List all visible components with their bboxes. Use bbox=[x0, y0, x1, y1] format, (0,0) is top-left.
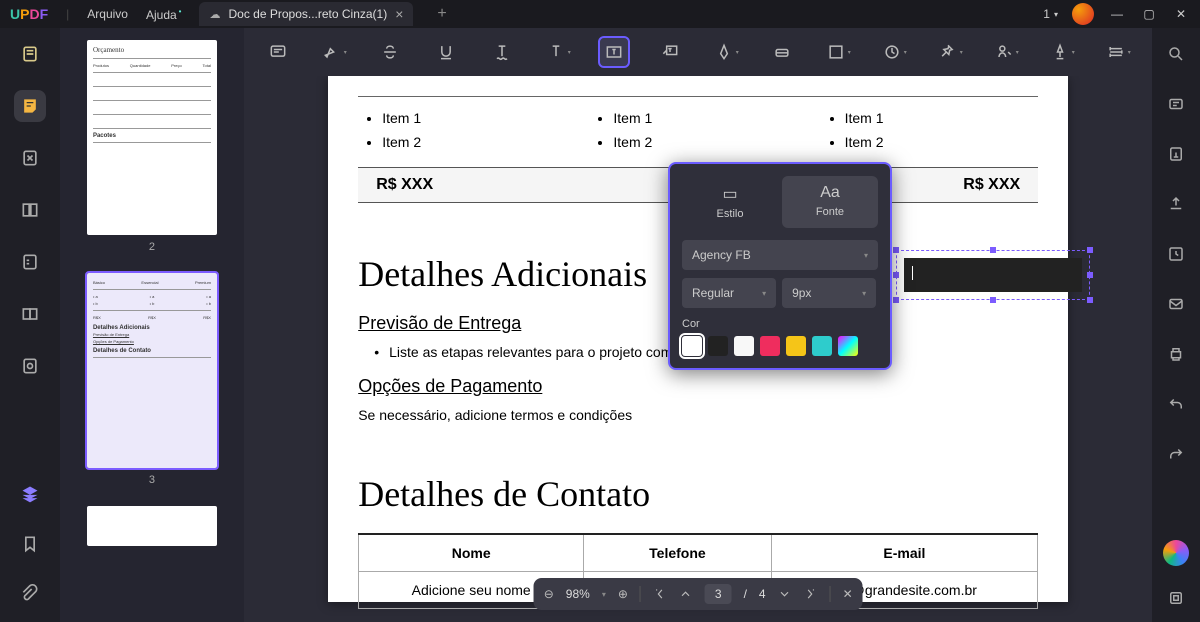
heading-contact: Detalhes de Contato bbox=[358, 473, 1038, 515]
price-col-1: R$ XXX bbox=[376, 176, 433, 194]
text-comment-icon[interactable]: ▾ bbox=[544, 38, 572, 66]
callout-icon[interactable] bbox=[656, 38, 684, 66]
font-properties-popup: ▭ Estilo Aa Fonte Agency FB▾ Regular▾ 9p… bbox=[668, 162, 892, 370]
tab-close-icon[interactable]: × bbox=[395, 6, 403, 22]
eraser-icon[interactable] bbox=[768, 38, 796, 66]
zoom-level: 98% bbox=[566, 587, 590, 601]
print-icon[interactable] bbox=[1164, 342, 1188, 366]
color-label: Cor bbox=[682, 318, 878, 330]
heading-payment: Opções de Pagamento bbox=[358, 376, 1038, 397]
color-white[interactable] bbox=[682, 336, 702, 356]
undo-icon[interactable] bbox=[1164, 392, 1188, 416]
signature-icon[interactable]: ▾ bbox=[992, 38, 1020, 66]
color-custom[interactable] bbox=[838, 336, 858, 356]
squiggly-icon[interactable] bbox=[488, 38, 516, 66]
ocr-icon[interactable] bbox=[1164, 92, 1188, 116]
manage-icon[interactable]: ▾ bbox=[1104, 38, 1132, 66]
last-page-button[interactable] bbox=[804, 587, 818, 601]
sign-icon[interactable]: ▾ bbox=[1048, 38, 1076, 66]
page-navigation-bar: ⊖ 98% ▾ ⊕ 3 / 4 ✕ bbox=[534, 578, 863, 610]
add-tab-button[interactable]: + bbox=[437, 5, 446, 23]
zoom-out-button[interactable]: ⊖ bbox=[544, 587, 554, 601]
page-sep: / bbox=[744, 587, 747, 601]
prev-page-button[interactable] bbox=[679, 587, 693, 601]
nav-close-button[interactable]: ✕ bbox=[843, 587, 853, 601]
close-button[interactable]: ✕ bbox=[1172, 5, 1190, 23]
edit-tool-icon[interactable] bbox=[14, 142, 46, 174]
tab-title: Doc de Propos...reto Cinza(1) bbox=[228, 7, 387, 21]
underline-icon[interactable] bbox=[432, 38, 460, 66]
settings-icon[interactable] bbox=[1164, 586, 1188, 610]
stamp-icon[interactable]: ▾ bbox=[880, 38, 908, 66]
color-black[interactable] bbox=[708, 336, 728, 356]
cloud-icon: ☁ bbox=[209, 8, 220, 21]
pages-tool-icon[interactable] bbox=[14, 194, 46, 226]
color-yellow[interactable] bbox=[786, 336, 806, 356]
price-col-3: R$ XXX bbox=[963, 176, 1020, 194]
protect-tool-icon[interactable] bbox=[14, 298, 46, 330]
first-page-button[interactable] bbox=[653, 587, 667, 601]
share-icon[interactable] bbox=[1164, 242, 1188, 266]
bookmark-icon[interactable] bbox=[14, 528, 46, 560]
account-menu[interactable]: 1▾ bbox=[1043, 7, 1058, 21]
page-input[interactable]: 3 bbox=[705, 584, 732, 604]
document-tab[interactable]: ☁ Doc de Propos...reto Cinza(1) × bbox=[199, 2, 413, 26]
avatar[interactable] bbox=[1072, 3, 1094, 25]
thumbnail-page-3[interactable]: BásicoEssencialPremium • a• a• a • b• b•… bbox=[87, 273, 217, 468]
menu-help[interactable]: Ajuda bbox=[146, 7, 182, 22]
shape-icon[interactable]: ▾ bbox=[824, 38, 852, 66]
app-logo: UPDF bbox=[10, 6, 48, 22]
redo-icon[interactable] bbox=[1164, 442, 1188, 466]
thumbnail-number: 3 bbox=[72, 474, 232, 486]
annotation-toolbar: ▾ ▾ ▾ ▾ ▾ ▾ ▾ ▾ ▾ bbox=[244, 28, 1152, 76]
font-family-select[interactable]: Agency FB▾ bbox=[682, 240, 878, 270]
thumbnails-panel: Orçamento ProdutosQuantidadePreçoTotal P… bbox=[60, 28, 244, 622]
text-box-icon[interactable] bbox=[600, 38, 628, 66]
comment-tool-icon[interactable] bbox=[14, 90, 46, 122]
zoom-in-button[interactable]: ⊕ bbox=[618, 587, 628, 601]
ai-assistant-icon[interactable] bbox=[1163, 540, 1189, 566]
menu-file[interactable]: Arquivo bbox=[87, 7, 128, 21]
search-icon[interactable] bbox=[1164, 42, 1188, 66]
pencil-icon[interactable]: ▾ bbox=[712, 38, 740, 66]
crop-icon[interactable] bbox=[1164, 142, 1188, 166]
export-icon[interactable] bbox=[1164, 192, 1188, 216]
font-weight-select[interactable]: Regular▾ bbox=[682, 278, 776, 308]
next-page-button[interactable] bbox=[778, 587, 792, 601]
color-pink[interactable] bbox=[760, 336, 780, 356]
minimize-button[interactable]: — bbox=[1108, 5, 1126, 23]
separator: | bbox=[66, 7, 69, 21]
color-swatches bbox=[682, 336, 878, 356]
form-tool-icon[interactable] bbox=[14, 246, 46, 278]
color-offwhite[interactable] bbox=[734, 336, 754, 356]
thumbnail-page-4[interactable] bbox=[87, 506, 217, 546]
note-icon[interactable] bbox=[264, 38, 292, 66]
color-teal[interactable] bbox=[812, 336, 832, 356]
highlight-icon[interactable]: ▾ bbox=[320, 38, 348, 66]
tab-font[interactable]: Aa Fonte bbox=[782, 176, 878, 228]
zoom-dropdown-icon[interactable]: ▾ bbox=[602, 590, 606, 599]
style-tab-icon: ▭ bbox=[690, 184, 770, 204]
font-tab-icon: Aa bbox=[790, 184, 870, 202]
font-size-select[interactable]: 9px▾ bbox=[782, 278, 876, 308]
page-total: 4 bbox=[759, 587, 766, 601]
maximize-button[interactable]: ▢ bbox=[1140, 5, 1158, 23]
thumbnail-number: 2 bbox=[72, 241, 232, 253]
payment-text: Se necessário, adicione termos e condiçõ… bbox=[358, 407, 1038, 423]
pin-icon[interactable]: ▾ bbox=[936, 38, 964, 66]
tools-icon[interactable] bbox=[14, 350, 46, 382]
layers-icon[interactable] bbox=[14, 478, 46, 510]
strikethrough-icon[interactable] bbox=[376, 38, 404, 66]
thumbnail-page-2[interactable]: Orçamento ProdutosQuantidadePreçoTotal P… bbox=[87, 40, 217, 235]
text-box-editing[interactable] bbox=[900, 254, 1086, 296]
tab-style[interactable]: ▭ Estilo bbox=[682, 176, 778, 228]
reader-tool-icon[interactable] bbox=[14, 38, 46, 70]
attachment-icon[interactable] bbox=[14, 578, 46, 610]
email-icon[interactable] bbox=[1164, 292, 1188, 316]
